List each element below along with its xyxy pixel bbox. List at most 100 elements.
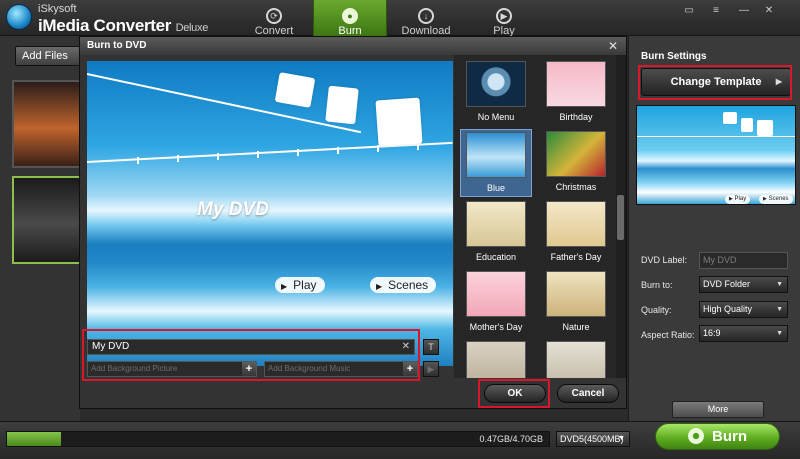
disc-type-value: DVD5(4500MB) <box>560 434 624 444</box>
preview-scenes-label: Scenes <box>768 196 789 202</box>
template-item-education[interactable]: Education <box>460 199 532 267</box>
chevron-down-icon: ▼ <box>776 306 783 313</box>
disc-usage-bar: 0.47GB/4.70GB <box>6 431 550 447</box>
template-label: No Menu <box>477 112 515 122</box>
burn-label: Burn <box>712 428 747 445</box>
template-item-no-menu[interactable]: No Menu <box>460 59 532 127</box>
tab-convert[interactable]: ⟳ Convert <box>237 0 311 37</box>
highlight-box <box>82 329 420 381</box>
close-icon[interactable]: ✕ <box>762 4 776 18</box>
template-scrollbar[interactable] <box>616 55 626 378</box>
preview-play-label: Play <box>734 196 747 202</box>
template-item-birthday[interactable]: Birthday <box>540 59 612 127</box>
brand-product-name: iMedia Converter <box>38 16 172 35</box>
play-music-button[interactable]: ▶ <box>423 361 439 377</box>
footer-bar: 0.47GB/4.70GB DVD5(4500MB) ▼ Burn <box>0 421 800 459</box>
app-logo-icon <box>6 4 32 30</box>
play-icon: ▶ <box>496 8 512 24</box>
menu-scenes-label: Scenes <box>388 278 429 292</box>
file-list-pane: Add Files <box>0 36 85 421</box>
shirt-decoration <box>274 72 316 108</box>
play-icon: ▶ <box>376 282 383 291</box>
disc-usage-fill <box>7 432 62 446</box>
burn-to-label: Burn to: <box>641 280 673 290</box>
highlight-box <box>638 65 792 100</box>
template-item-fathers-day[interactable]: Father's Day <box>540 199 612 267</box>
dialog-titlebar: Burn to DVD ✕ <box>80 37 626 55</box>
menu-scenes-button[interactable]: ▶ Scenes <box>370 277 437 293</box>
clothespin <box>297 149 299 156</box>
menu-preview: My DVD ▶ Play ▶ Scenes <box>87 61 453 366</box>
dvd-label-label: DVD Label: <box>641 255 688 265</box>
template-item-blue[interactable]: Blue <box>460 129 532 197</box>
clothespin <box>417 143 419 150</box>
quality-value: High Quality <box>703 304 753 314</box>
aspect-ratio-label: Aspect Ratio: <box>641 330 695 340</box>
template-thumbnail <box>546 271 606 317</box>
clothespin <box>217 153 219 160</box>
burn-settings-title: Burn Settings <box>641 51 707 62</box>
highlight-box <box>478 379 550 408</box>
preview-play-button: ▶ Play <box>725 195 751 204</box>
template-thumbnail <box>466 271 526 317</box>
menu-play-button[interactable]: ▶ Play <box>275 277 325 293</box>
brand-product-edition: Deluxe <box>175 22 209 34</box>
template-thumbnail <box>466 132 526 178</box>
template-thumbnail <box>546 131 606 177</box>
template-label: Birthday <box>559 112 593 122</box>
disc-type-select[interactable]: DVD5(4500MB) ▼ <box>556 431 630 447</box>
cancel-label: Cancel <box>571 388 605 399</box>
shirt-decoration <box>741 118 753 132</box>
template-label: Nature <box>562 322 590 332</box>
preview-scenes-button: ▶ Scenes <box>759 195 793 204</box>
template-item-mothers-day[interactable]: Mother's Day <box>460 269 532 337</box>
add-files-button[interactable]: Add Files <box>15 46 85 66</box>
clothespin <box>137 157 139 164</box>
close-icon[interactable]: ✕ <box>608 39 618 53</box>
clothespin <box>337 147 339 154</box>
tab-play[interactable]: ▶ Play <box>467 0 541 37</box>
chat-icon[interactable]: ▭ <box>682 4 696 18</box>
disc-icon <box>688 428 704 444</box>
template-preview: ▶ Play ▶ Scenes <box>636 105 796 205</box>
burn-button[interactable]: Burn <box>655 423 780 450</box>
template-label: Blue <box>486 183 505 193</box>
burn-to-select[interactable]: DVD Folder ▼ <box>699 276 788 293</box>
clothesline <box>637 136 795 137</box>
video-thumbnail[interactable] <box>12 176 82 264</box>
quality-select[interactable]: High Quality ▼ <box>699 301 788 318</box>
more-button[interactable]: More <box>672 401 764 418</box>
more-label: More <box>707 404 729 414</box>
template-list: No Menu Birthday Blue Christmas Educatio… <box>454 55 616 378</box>
brand-company: iSkysoft <box>38 3 77 15</box>
brand-product: iMedia Converter Deluxe <box>38 16 208 36</box>
scrollbar-thumb[interactable] <box>617 195 624 240</box>
tab-download[interactable]: ↓ Download <box>389 0 463 37</box>
menu-title: My DVD <box>197 199 269 220</box>
template-label: Christmas <box>555 182 597 192</box>
burn-to-value: DVD Folder <box>703 279 751 289</box>
dvd-label-input[interactable]: My DVD <box>699 252 788 269</box>
download-icon: ↓ <box>418 8 434 24</box>
video-thumbnail[interactable] <box>12 80 82 168</box>
template-item[interactable] <box>460 339 532 378</box>
template-label: Father's Day <box>550 252 602 262</box>
template-thumbnail <box>466 341 526 378</box>
template-item-christmas[interactable]: Christmas <box>540 129 612 197</box>
template-label: Mother's Day <box>469 322 523 332</box>
shirt-decoration <box>325 85 359 125</box>
template-label: Education <box>475 252 517 262</box>
template-item[interactable] <box>540 339 612 378</box>
shirt-decoration <box>757 120 773 136</box>
template-item-nature[interactable]: Nature <box>540 269 612 337</box>
app-header: iSkysoft iMedia Converter Deluxe ⟳ Conve… <box>0 0 800 37</box>
tab-burn[interactable]: ● Burn <box>313 0 387 37</box>
aspect-ratio-select[interactable]: 16:9 ▼ <box>699 325 788 342</box>
text-format-button[interactable]: T <box>423 339 439 355</box>
template-thumbnail <box>466 201 526 247</box>
menu-icon[interactable]: ≡ <box>709 4 723 18</box>
minimize-icon[interactable]: — <box>737 4 751 18</box>
cancel-button[interactable]: Cancel <box>557 384 619 403</box>
shirt-decoration <box>723 112 737 124</box>
dialog-title: Burn to DVD <box>87 40 147 51</box>
